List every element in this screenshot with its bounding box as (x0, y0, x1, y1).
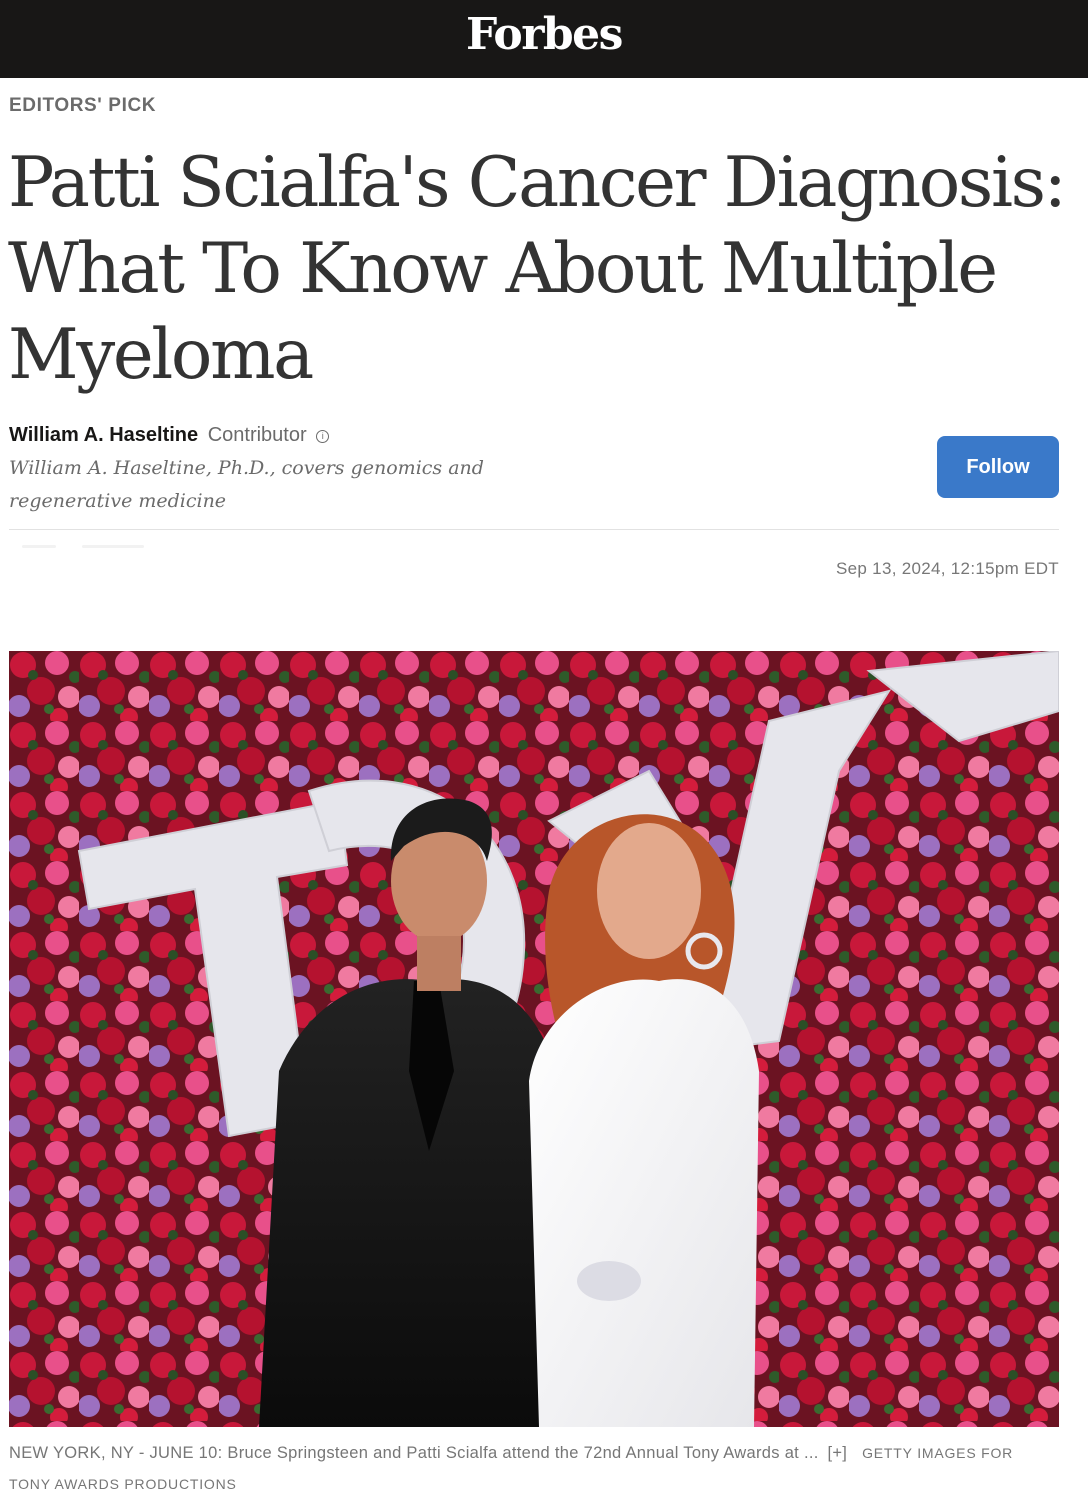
author-bio-line: William A. Haseltine, Ph.D., covers geno… (9, 457, 484, 479)
hero-photo (9, 651, 1059, 1427)
article-headline: Patti Scialfa's Cancer Diagnosis: What T… (8, 140, 1068, 398)
forbes-logo[interactable]: Forbes (466, 13, 623, 57)
caption-text: NEW YORK, NY - JUNE 10: Bruce Springstee… (9, 1444, 819, 1462)
author-block: William A. Haseltine Contributor i Willi… (9, 422, 569, 518)
author-role: Contributor (207, 424, 307, 446)
author-line: William A. Haseltine Contributor i (9, 422, 569, 448)
headline-line: What To Know About Multiple (8, 229, 998, 309)
author-name[interactable]: William A. Haseltine (9, 424, 198, 446)
divider (9, 529, 1059, 530)
headline-line: Patti Scialfa's Cancer Diagnosis: (8, 143, 1067, 223)
info-icon[interactable]: i (316, 430, 330, 443)
top-navigation-bar: Forbes (0, 0, 1088, 78)
author-bio: William A. Haseltine, Ph.D., covers geno… (9, 452, 569, 518)
headline-line: Myeloma (8, 315, 314, 395)
woman-figure (529, 814, 759, 1427)
caption-expand-button[interactable]: [+] (827, 1444, 847, 1462)
image-caption: NEW YORK, NY - JUNE 10: Bruce Springstee… (9, 1438, 1059, 1500)
editors-pick-label: EDITORS' PICK (9, 95, 157, 116)
placeholder-bar (82, 545, 144, 548)
follow-button[interactable]: Follow (937, 436, 1059, 498)
publish-timestamp: Sep 13, 2024, 12:15pm EDT (836, 559, 1059, 578)
hero-image[interactable] (9, 651, 1059, 1427)
placeholder-bar (22, 545, 56, 548)
author-bio-line: regenerative medicine (9, 490, 227, 512)
